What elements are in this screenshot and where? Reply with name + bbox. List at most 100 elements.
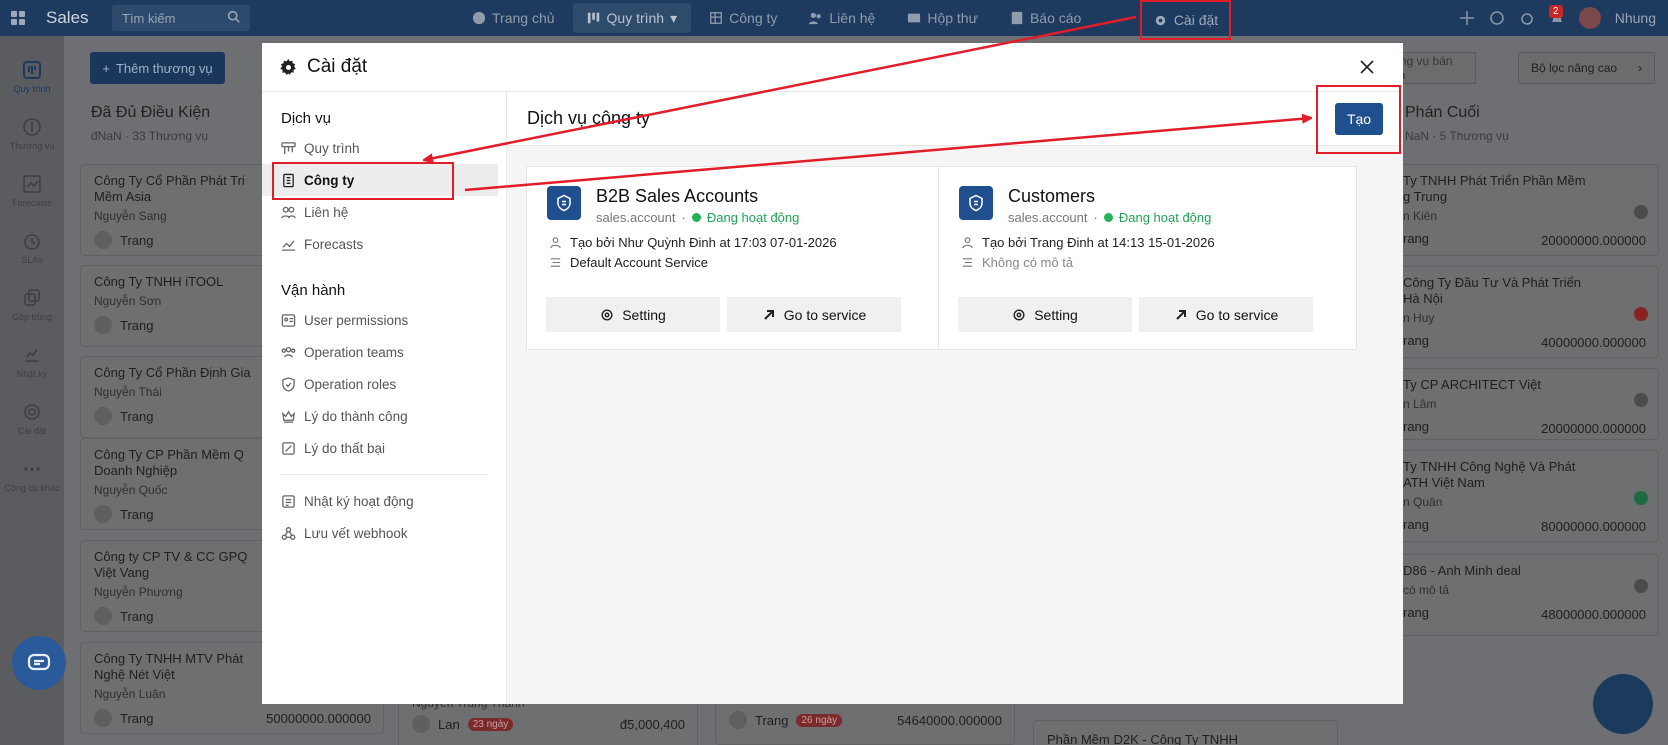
text-lines-icon	[550, 258, 561, 267]
deal-amount: 48000000.000000	[1541, 607, 1646, 622]
menu-item-operation-roles[interactable]: Operation roles	[262, 368, 506, 400]
avatar	[729, 711, 747, 729]
nav-pipeline[interactable]: Quy trình ▾	[572, 3, 692, 33]
sidebar-item-settings[interactable]: Cài đặt	[0, 402, 64, 436]
menu-item-operation-teams[interactable]: Operation teams	[262, 336, 506, 368]
chevron-right-icon[interactable]	[1634, 579, 1648, 593]
deal-assignee: Trang	[120, 710, 154, 726]
deal-card[interactable]: Ty CP ARCHITECT Việt n Lâm rang 20000000.00…	[1369, 368, 1659, 440]
arrow-up-right-icon	[764, 309, 774, 320]
gear-icon	[280, 58, 296, 75]
deal-assignee: rang	[1403, 333, 1430, 348]
menu-item-pipeline[interactable]: Quy trình	[262, 132, 506, 164]
support-widget-button[interactable]	[1593, 674, 1653, 734]
apps-grid-icon[interactable]	[0, 0, 36, 36]
service-description: Không có mô tả	[961, 255, 1073, 270]
service-description-text: Không có mô tả	[982, 255, 1074, 270]
deal-owner: n Huy	[1403, 311, 1435, 325]
content-title: Dịch vụ công ty	[527, 108, 651, 128]
nav-home[interactable]: Trang chủ	[458, 3, 569, 33]
plus-icon: +	[102, 60, 110, 76]
service-description: Default Account Service	[549, 255, 708, 270]
deal-card[interactable]: Ty TNHH Công Nghệ Và Phát ATH Việt Nam n …	[1369, 450, 1659, 542]
advanced-filter-label: Bộ lọc nâng cao	[1531, 61, 1618, 75]
shield-icon	[282, 376, 295, 392]
sidebar-item-deals[interactable]: Thương vụ	[0, 117, 64, 151]
service-setting-button[interactable]: Setting	[958, 297, 1132, 332]
avatar[interactable]	[1578, 7, 1601, 29]
setting-label: Setting	[1034, 306, 1078, 323]
deal-card[interactable]: Phần Mềm D2K - Công Ty TNHH	[1033, 720, 1338, 745]
deal-card[interactable]: Trang 26 ngày 54640000.000000	[715, 700, 1015, 745]
nav-company[interactable]: Công ty	[695, 3, 791, 33]
menu-item-forecasts[interactable]: Forecasts	[262, 228, 506, 260]
sidebar-item-slas[interactable]: SLAs	[0, 231, 64, 265]
deal-owner: n Kiên	[1403, 209, 1438, 223]
menu-item-company[interactable]: Công ty	[262, 164, 498, 196]
create-service-button[interactable]: Tạo	[1335, 103, 1383, 135]
menu-item-failure-reasons[interactable]: Lý do thất bại	[262, 432, 506, 464]
chevron-right-icon[interactable]	[1634, 393, 1648, 407]
service-card: Customers sales.account · Đang hoạt động…	[938, 166, 1357, 350]
nav-contacts[interactable]: Liên hệ	[795, 3, 889, 33]
home-icon	[472, 11, 486, 25]
deal-assignee: rang	[1403, 231, 1430, 246]
deal-owner: n Lâm	[1403, 397, 1437, 411]
menu-item-contacts[interactable]: Liên hệ	[262, 196, 506, 228]
nav-home-label: Trang chủ	[492, 10, 555, 26]
sparkle-icon[interactable]	[1459, 10, 1475, 26]
menu-item-label: Công ty	[304, 172, 355, 188]
menu-item-activity-log[interactable]: Nhật ký hoạt động	[262, 485, 506, 517]
service-setting-button[interactable]: Setting	[546, 297, 720, 332]
team-icon	[281, 346, 296, 357]
chevron-right-icon[interactable]	[1634, 205, 1648, 219]
nav-mailbox[interactable]: Hộp thư	[893, 3, 992, 33]
go-to-service-label: Go to service	[783, 306, 867, 323]
alarm-icon[interactable]	[1519, 10, 1535, 26]
chevron-right-icon[interactable]	[1634, 307, 1648, 321]
menu-group-operations: Vận hành	[281, 282, 346, 299]
sidebar-item-log[interactable]: Nhật ký	[0, 345, 64, 379]
menu-item-label: Lưu vết webhook	[304, 525, 408, 541]
menu-item-success-reasons[interactable]: Lý do thành công	[262, 400, 506, 432]
chat-button[interactable]	[12, 636, 66, 690]
deal-owner: Nguyễn Sang	[94, 209, 167, 223]
nav-settings[interactable]: Cài đặt	[1140, 0, 1231, 40]
days-badge: 26 ngày	[796, 713, 843, 727]
settings-content: Dịch vụ công ty Tạo B2B Sales Accounts s…	[507, 92, 1403, 704]
go-to-service-button[interactable]: Go to service	[1139, 297, 1313, 332]
menu-item-user-permissions[interactable]: User permissions	[262, 304, 506, 336]
main-nav: Trang chủ Quy trình ▾ Công ty Liên hệ Hộ…	[458, 0, 1095, 36]
avatar	[94, 607, 112, 625]
sidebar-item-pipeline[interactable]: Quy trình	[0, 60, 64, 94]
avatar	[94, 407, 112, 425]
go-to-service-button[interactable]: Go to service	[727, 297, 901, 332]
global-search-input[interactable]: Tìm kiếm	[112, 5, 250, 31]
sidebar-item-merge[interactable]: Gộp trùng	[0, 288, 64, 322]
status-dot	[691, 213, 701, 222]
sidebar-item-forecasts[interactable]: Forecasts	[0, 174, 64, 208]
sidebar-item-more[interactable]: Công cụ khác	[0, 459, 64, 493]
nav-contacts-label: Liên hệ	[829, 10, 876, 26]
deal-card[interactable]: Ty TNHH Phát Triển Phần Mềm g Trung n Kiê…	[1369, 164, 1659, 256]
service-shield-icon	[969, 194, 983, 212]
deal-amount: 40000000.000000	[1541, 335, 1646, 350]
deal-assignee: Lan	[438, 716, 460, 732]
nav-company-label: Công ty	[729, 10, 778, 26]
add-deal-button[interactable]: + Thêm thương vụ	[90, 52, 225, 84]
chevron-down-icon: ▾	[670, 9, 678, 26]
deal-owner: n Quân	[1403, 495, 1443, 509]
nav-reports-label: Báo cáo	[1029, 10, 1082, 26]
menu-item-webhook-log[interactable]: Lưu vết webhook	[262, 517, 506, 549]
go-to-service-label: Go to service	[1195, 306, 1279, 323]
advanced-filter-button[interactable]: Bộ lọc nâng cao ›	[1518, 52, 1655, 84]
deal-assignee: Trang	[120, 232, 154, 248]
deal-card[interactable]: Công Ty Đầu Tư Và Phát Triển Hà Nội n Huy…	[1369, 266, 1659, 358]
target-icon[interactable]	[1489, 10, 1505, 26]
nav-reports[interactable]: Báo cáo	[996, 3, 1095, 33]
user-name[interactable]: Nhung	[1615, 10, 1656, 26]
deal-search-placeholder: ơng vụ bán hà	[1392, 54, 1453, 82]
close-button[interactable]	[1357, 57, 1377, 77]
deal-card[interactable]: D86 - Anh Minh deal có mô tả rang 48000000.…	[1369, 554, 1659, 636]
chevron-right-icon[interactable]	[1634, 491, 1648, 505]
